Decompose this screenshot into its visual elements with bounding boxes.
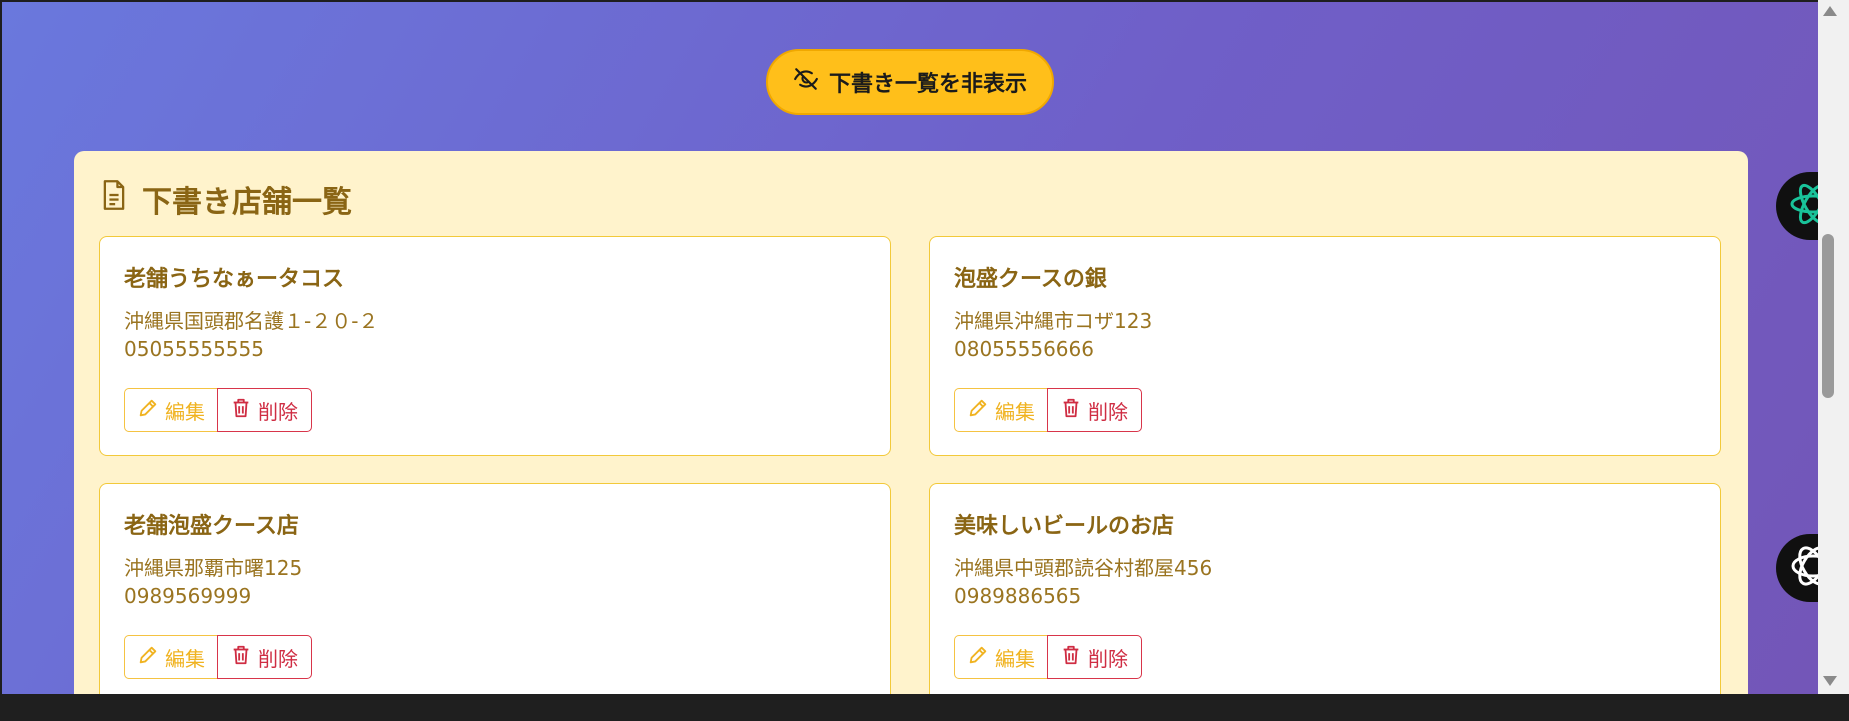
- store-address: 沖縄県中頭郡読谷村都屋456: [954, 556, 1213, 580]
- store-card: 老舗うちなぁータコス 沖縄県国頭郡名護１-２０-２ 05055555555 編集…: [99, 236, 891, 456]
- hide-drafts-button[interactable]: 下書き一覧を非表示: [766, 49, 1054, 115]
- store-phone: 0989886565: [954, 584, 1082, 608]
- store-name: 美味しいビールのお店: [954, 514, 1175, 539]
- document-icon: [100, 179, 128, 219]
- store-name: 老舗泡盛クース店: [124, 514, 299, 539]
- eye-slash-icon: [793, 66, 819, 98]
- card-actions: 編集 削除: [954, 388, 1142, 432]
- delete-button[interactable]: 削除: [217, 388, 312, 432]
- delete-label: 削除: [258, 646, 298, 671]
- card-actions: 編集 削除: [954, 635, 1142, 679]
- delete-label: 削除: [258, 399, 298, 424]
- panel-title: 下書き店舗一覧: [142, 185, 352, 220]
- store-name: 老舗うちなぁータコス: [124, 267, 345, 292]
- pencil-icon: [967, 397, 989, 424]
- pencil-icon: [137, 397, 159, 424]
- edit-button[interactable]: 編集: [124, 635, 218, 679]
- hide-drafts-label: 下書き一覧を非表示: [828, 72, 1027, 97]
- scroll-up-arrow-icon[interactable]: [1823, 6, 1837, 16]
- pencil-icon: [137, 644, 159, 671]
- store-card: 美味しいビールのお店 沖縄県中頭郡読谷村都屋456 0989886565 編集 …: [929, 483, 1721, 694]
- edit-button[interactable]: 編集: [954, 635, 1048, 679]
- edit-label: 編集: [165, 399, 205, 424]
- edit-button[interactable]: 編集: [954, 388, 1048, 432]
- taskbar: [0, 694, 1849, 721]
- delete-button[interactable]: 削除: [217, 635, 312, 679]
- pencil-icon: [967, 644, 989, 671]
- draft-stores-panel: 下書き店舗一覧 老舗うちなぁータコス 沖縄県国頭郡名護１-２０-２ 050555…: [74, 151, 1748, 694]
- trash-icon: [230, 397, 252, 424]
- store-address: 沖縄県国頭郡名護１-２０-２: [124, 309, 379, 333]
- store-phone: 05055555555: [124, 337, 264, 361]
- edit-label: 編集: [995, 399, 1035, 424]
- card-actions: 編集 削除: [124, 635, 312, 679]
- trash-icon: [1060, 644, 1082, 671]
- store-name: 泡盛クースの銀: [954, 267, 1107, 292]
- page-viewport: 下書き一覧を非表示 下書き店舗一覧 老舗うちなぁータコス 沖縄県国頭郡名護１-２…: [0, 0, 1818, 694]
- store-card: 泡盛クースの銀 沖縄県沖縄市コザ123 08055556666 編集 削除: [929, 236, 1721, 456]
- edit-label: 編集: [165, 646, 205, 671]
- delete-label: 削除: [1088, 646, 1128, 671]
- panel-header: 下書き店舗一覧: [100, 177, 352, 221]
- edit-button[interactable]: 編集: [124, 388, 218, 432]
- store-card: 老舗泡盛クース店 沖縄県那覇市曙125 0989569999 編集 削除: [99, 483, 891, 694]
- scrollbar-thumb[interactable]: [1822, 234, 1834, 398]
- store-address: 沖縄県沖縄市コザ123: [954, 309, 1153, 333]
- store-address: 沖縄県那覇市曙125: [124, 556, 303, 580]
- delete-label: 削除: [1088, 399, 1128, 424]
- trash-icon: [230, 644, 252, 671]
- store-phone: 0989569999: [124, 584, 252, 608]
- trash-icon: [1060, 397, 1082, 424]
- edit-label: 編集: [995, 646, 1035, 671]
- delete-button[interactable]: 削除: [1047, 635, 1142, 679]
- card-actions: 編集 削除: [124, 388, 312, 432]
- scroll-down-arrow-icon[interactable]: [1823, 676, 1837, 686]
- store-phone: 08055556666: [954, 337, 1094, 361]
- delete-button[interactable]: 削除: [1047, 388, 1142, 432]
